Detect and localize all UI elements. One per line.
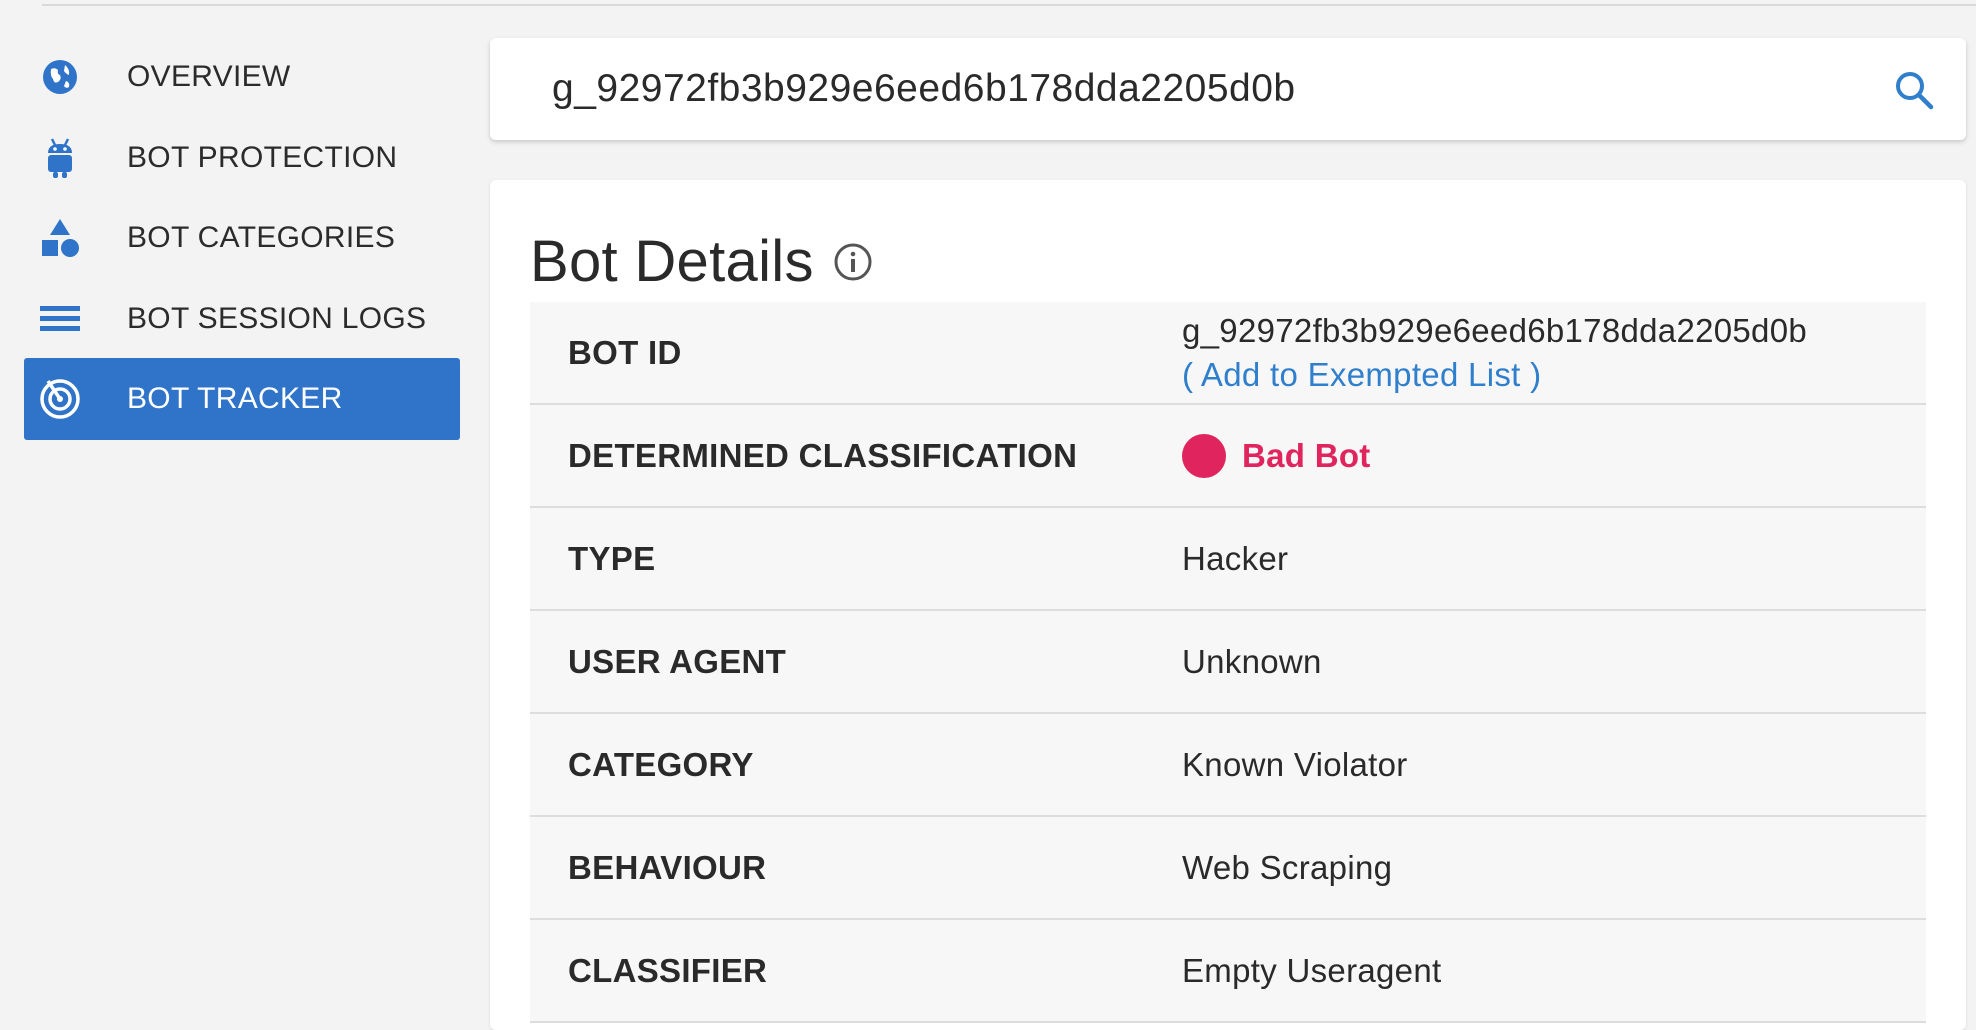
- page-title: Bot Details: [530, 229, 814, 294]
- sidebar-item-bot-protection[interactable]: BOT PROTECTION: [24, 117, 460, 199]
- search-input[interactable]: [550, 66, 1834, 112]
- row-key: USER AGENT: [568, 642, 787, 680]
- top-divider: [42, 4, 1976, 6]
- bot-id-value: g_92972fb3b929e6eed6b178dda2205d0b: [1182, 311, 1808, 349]
- table-row: TYPE Hacker: [530, 508, 1926, 611]
- table-row: DETERMINED CLASSIFICATION Bad Bot: [530, 405, 1926, 508]
- row-key: TYPE: [568, 539, 656, 577]
- bot-details-panel: Bot Details BOT ID g_92972fb3b929e6eed6b…: [490, 180, 1966, 1030]
- row-value: g_92972fb3b929e6eed6b178dda2205d0b ( Add…: [1182, 302, 1807, 403]
- globe-icon: [38, 55, 82, 99]
- status-badge: Bad Bot: [1242, 436, 1371, 474]
- row-value: Known Violator: [1182, 745, 1408, 783]
- row-key: CATEGORY: [568, 745, 754, 783]
- row-value: Unknown: [1182, 642, 1322, 680]
- sidebar-item-label: BOT PROTECTION: [127, 141, 398, 174]
- row-key: BEHAVIOUR: [568, 848, 767, 886]
- sidebar-item-bot-tracker[interactable]: BOT TRACKER: [24, 358, 460, 440]
- search-bar: [490, 38, 1966, 140]
- row-key: DETERMINED CLASSIFICATION: [568, 436, 1078, 474]
- list-icon: [38, 297, 82, 341]
- table-row: USER AGENT Unknown: [530, 611, 1926, 714]
- row-value: Empty Useragent: [1182, 951, 1442, 989]
- sidebar-item-label: BOT SESSION LOGS: [127, 302, 427, 335]
- sidebar-item-label: BOT CATEGORIES: [127, 221, 396, 254]
- sidebar-item-bot-categories[interactable]: BOT CATEGORIES: [24, 197, 460, 279]
- status-dot: [1182, 433, 1226, 478]
- android-bot-icon: [38, 136, 82, 180]
- sidebar-item-bot-session-logs[interactable]: BOT SESSION LOGS: [24, 278, 460, 360]
- row-key: BOT ID: [568, 333, 682, 371]
- info-icon[interactable]: [832, 241, 874, 283]
- table-row: BEHAVIOUR Web Scraping: [530, 817, 1926, 920]
- table-row: CLASSIFIER Empty Useragent: [530, 920, 1926, 1023]
- panel-header: Bot Details: [530, 228, 874, 295]
- sidebar-item-label: OVERVIEW: [127, 60, 291, 93]
- table-row: BOT ID g_92972fb3b929e6eed6b178dda2205d0…: [530, 302, 1926, 405]
- search-icon[interactable]: [1892, 68, 1936, 112]
- add-to-exempted-list-link[interactable]: ( Add to Exempted List ): [1182, 356, 1541, 394]
- details-table: BOT ID g_92972fb3b929e6eed6b178dda2205d0…: [530, 302, 1926, 1023]
- sidebar-item-overview[interactable]: OVERVIEW: [24, 36, 460, 118]
- radar-icon: [38, 377, 82, 421]
- row-value: Bad Bot: [1182, 405, 1371, 506]
- row-value: Hacker: [1182, 539, 1289, 577]
- table-row: CATEGORY Known Violator: [530, 714, 1926, 817]
- sidebar-item-label: BOT TRACKER: [127, 382, 343, 415]
- row-key: CLASSIFIER: [568, 951, 768, 989]
- shapes-icon: [38, 216, 82, 260]
- row-value: Web Scraping: [1182, 848, 1393, 886]
